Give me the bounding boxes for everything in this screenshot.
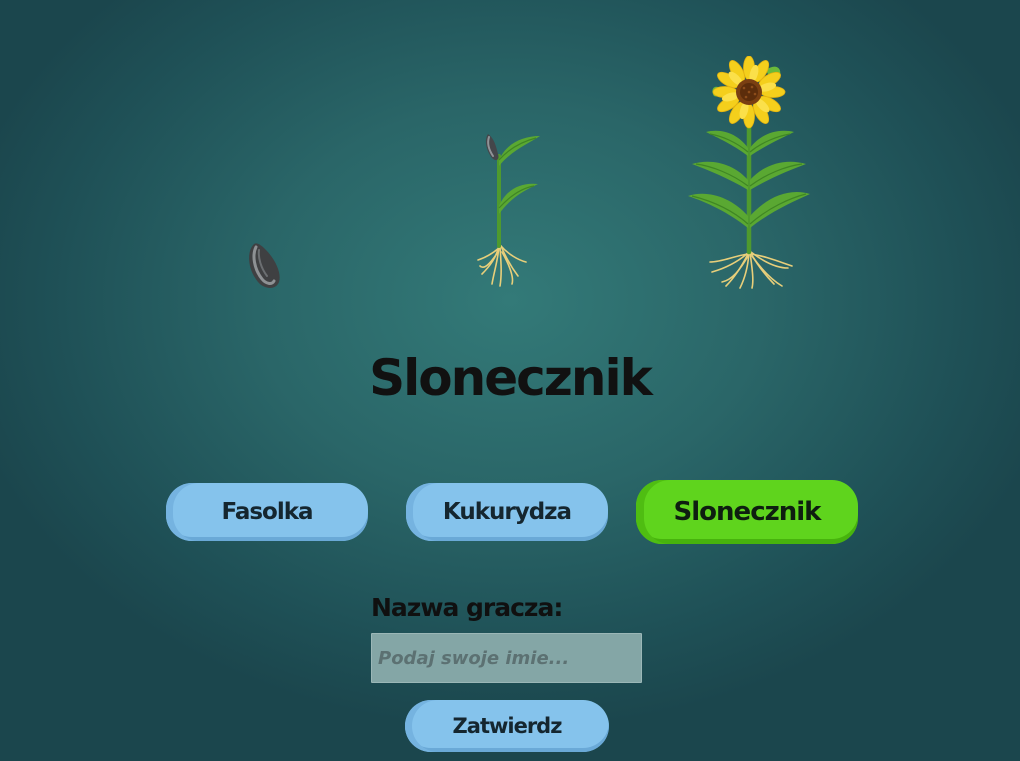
plant-option-fasolka-button[interactable]: Fasolka [166, 483, 368, 541]
sunflower-sprout-icon [477, 134, 540, 287]
sunflower-seed-icon [249, 243, 280, 288]
game-screen: Slonecznik Fasolka Kukurydza Slonecznik … [0, 0, 1020, 761]
plant-option-slonecznik-button[interactable]: Slonecznik [636, 480, 858, 544]
sunflower-bloom-icon [688, 56, 810, 289]
selected-plant-title: Slonecznik [369, 349, 653, 407]
player-name-input[interactable] [371, 633, 642, 683]
plant-option-kukurydza-button[interactable]: Kukurydza [406, 483, 608, 541]
player-name-label: Nazwa gracza: [371, 593, 563, 622]
submit-button[interactable]: Zatwierdz [405, 700, 609, 752]
